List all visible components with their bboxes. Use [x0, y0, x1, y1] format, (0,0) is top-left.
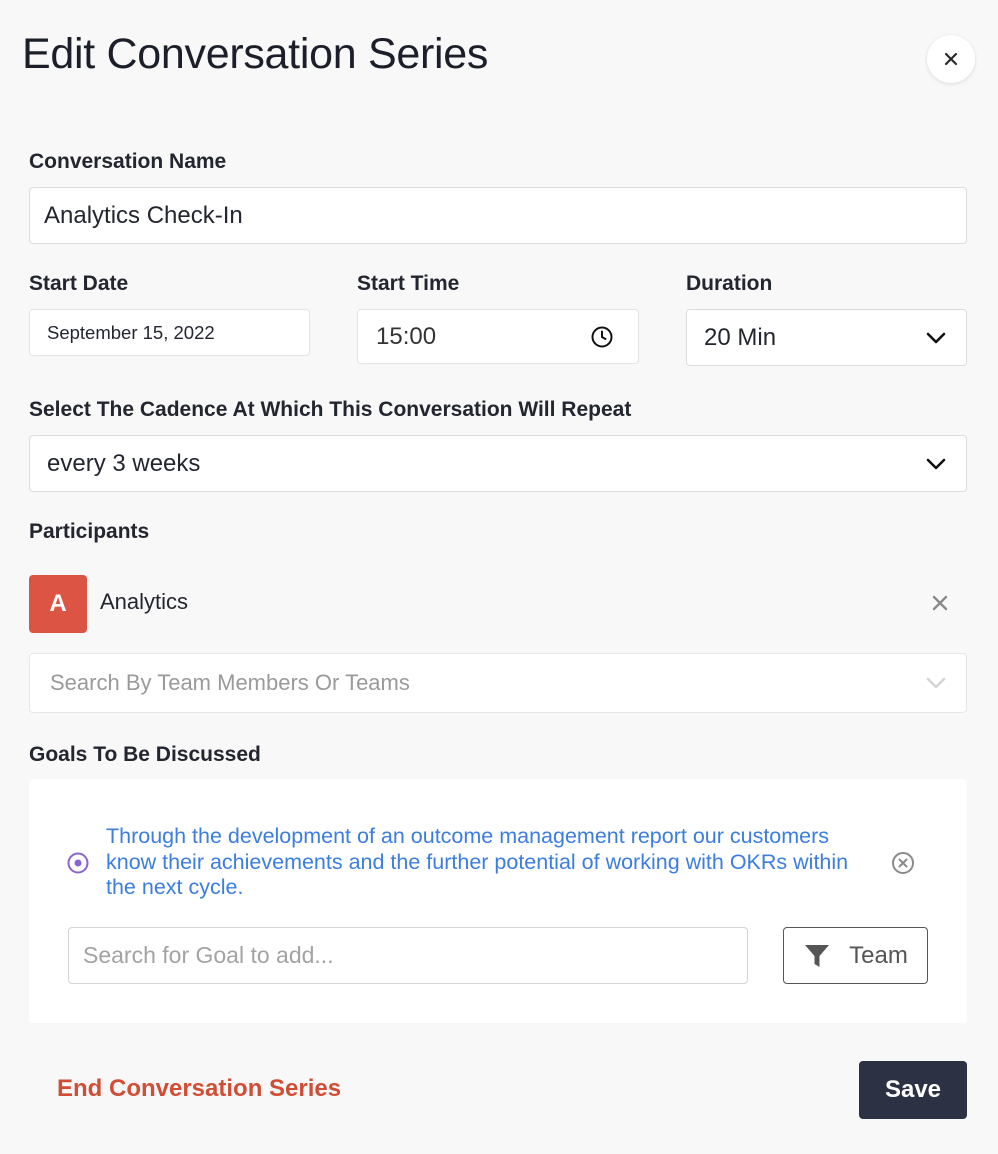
goals-label: Goals To Be Discussed [29, 743, 261, 766]
goal-item[interactable]: Through the development of an outcome ma… [106, 824, 866, 901]
radio-selected-icon[interactable] [67, 852, 89, 874]
duration-value: 20 Min [704, 323, 777, 351]
goals-panel: Through the development of an outcome ma… [29, 779, 967, 1023]
avatar: A [29, 575, 87, 633]
participant-search-placeholder: Search By Team Members Or Teams [50, 670, 410, 695]
chevron-down-icon [926, 458, 946, 470]
start-date-value: September 15, 2022 [47, 321, 215, 343]
start-date-input[interactable]: September 15, 2022 [29, 309, 310, 356]
cadence-select[interactable]: every 3 weeks [29, 435, 967, 492]
chevron-down-icon [926, 332, 946, 344]
save-button[interactable]: Save [859, 1061, 967, 1119]
start-time-input[interactable]: 15:00 [357, 309, 639, 364]
close-icon [932, 595, 948, 611]
duration-select[interactable]: 20 Min [686, 309, 967, 366]
start-date-label: Start Date [29, 272, 129, 295]
conversation-name-value: Analytics Check-In [44, 201, 243, 229]
remove-participant-button[interactable] [930, 593, 950, 613]
goal-search-input[interactable]: Search for Goal to add... [68, 927, 748, 984]
conversation-name-label: Conversation Name [29, 150, 227, 173]
cadence-value: every 3 weeks [47, 449, 201, 477]
team-filter-label: Team [849, 941, 908, 969]
dialog-title: Edit Conversation Series [22, 30, 489, 78]
participant-name: Analytics [100, 589, 189, 614]
goal-search-placeholder: Search for Goal to add... [83, 942, 334, 968]
conversation-name-input[interactable]: Analytics Check-In [29, 187, 967, 244]
start-time-value: 15:00 [376, 322, 437, 350]
participants-label: Participants [29, 520, 150, 543]
remove-goal-icon[interactable] [891, 851, 915, 875]
close-button[interactable] [927, 35, 975, 83]
close-icon [944, 52, 958, 66]
end-conversation-series-link[interactable]: End Conversation Series [57, 1075, 341, 1103]
clock-icon[interactable] [590, 325, 614, 349]
team-filter-button[interactable]: Team [783, 927, 928, 984]
duration-label: Duration [686, 272, 773, 295]
filter-icon [805, 944, 830, 967]
chevron-down-icon [926, 677, 946, 689]
participant-search-input[interactable]: Search By Team Members Or Teams [29, 653, 967, 713]
cadence-label: Select The Cadence At Which This Convers… [29, 398, 632, 421]
start-time-label: Start Time [357, 272, 460, 295]
